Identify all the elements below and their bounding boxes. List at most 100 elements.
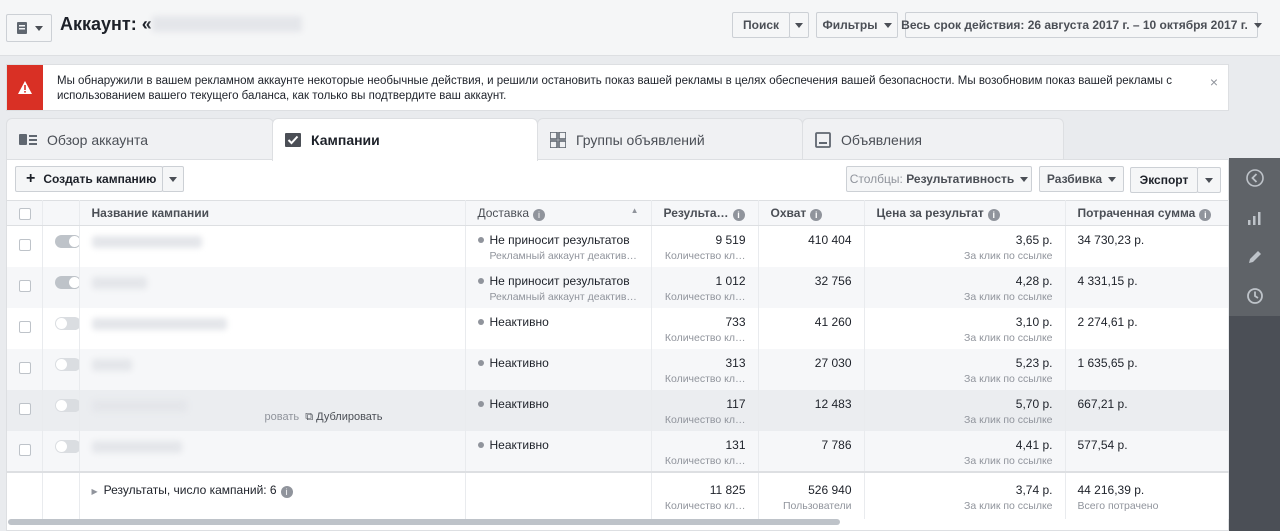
campaign-toggle[interactable] xyxy=(54,439,78,453)
breakdown-button[interactable]: Разбивка xyxy=(1039,166,1124,192)
table-row[interactable]: Неактивно 313 Количество кл… 27 030 5,23 р. З… xyxy=(7,348,1229,390)
chart-icon[interactable] xyxy=(1245,208,1265,228)
row-toggle-cell[interactable] xyxy=(42,348,80,390)
row-toggle-cell[interactable] xyxy=(42,389,80,431)
blurred-campaign-name[interactable] xyxy=(91,276,147,289)
export-dropdown[interactable] xyxy=(1197,167,1221,193)
status-dot xyxy=(477,359,484,366)
select-all-checkbox[interactable] xyxy=(19,207,31,220)
results-cell: 9 519 Количество кл… xyxy=(651,225,759,267)
spent-value: 2 274,61 р. xyxy=(1077,314,1138,329)
row-checkbox[interactable] xyxy=(19,320,31,333)
delivery-status: Неактивно xyxy=(489,437,549,452)
date-range-button[interactable]: Весь срок действия: 26 августа 2017 г. –… xyxy=(901,12,1262,38)
info-icon[interactable]: i xyxy=(280,485,293,498)
tab-campaigns[interactable]: Кампании xyxy=(272,118,538,161)
horizontal-scrollbar[interactable] xyxy=(8,519,840,525)
table-row[interactable]: Не приносит результатов Рекламный аккаунт… xyxy=(7,266,1229,308)
row-checkbox-cell[interactable] xyxy=(7,389,43,431)
create-campaign-dropdown[interactable] xyxy=(162,166,184,192)
tab-ad-sets[interactable]: Группы объявлений xyxy=(537,118,803,160)
campaign-name-cell[interactable] xyxy=(79,307,466,349)
tab-label: Объявления xyxy=(841,131,922,148)
totals-spent: 44 216,39 р. xyxy=(1077,482,1145,497)
row-checkbox-cell[interactable] xyxy=(7,225,43,267)
row-checkbox[interactable] xyxy=(19,402,31,415)
header-campaign-name[interactable]: Название кампании xyxy=(79,200,466,226)
close-icon[interactable]: × xyxy=(1210,74,1218,90)
row-checkbox[interactable] xyxy=(19,239,31,251)
campaign-name-cell[interactable] xyxy=(79,266,466,308)
row-toggle-cell[interactable] xyxy=(42,225,80,267)
row-toggle-cell[interactable] xyxy=(42,307,80,349)
campaign-name-cell[interactable] xyxy=(79,348,466,390)
row-toggle-cell[interactable] xyxy=(42,430,80,472)
table-row[interactable]: Не приносит результатов Рекламный аккаунт… xyxy=(7,225,1229,267)
campaign-toggle[interactable] xyxy=(54,398,78,412)
blurred-campaign-name[interactable] xyxy=(91,236,202,248)
header-cost-per-result[interactable]: Цена за результат i xyxy=(864,200,1066,226)
table-row[interactable]: ровать ⧉ Дублировать Неактивно 117 Количест… xyxy=(7,389,1229,431)
info-icon[interactable]: i xyxy=(987,208,1000,221)
totals-empty xyxy=(42,470,80,519)
info-icon[interactable]: i xyxy=(1199,208,1212,221)
chevron-down-icon xyxy=(1253,22,1262,28)
table-row[interactable]: Неактивно 131 Количество кл… 7 786 4,41 р. За… xyxy=(7,430,1229,472)
header-delivery[interactable]: Доставка i ▲ xyxy=(465,200,652,226)
totals-results: 11 825 xyxy=(709,482,746,497)
cpr-value: 4,28 р. xyxy=(1015,273,1053,288)
info-icon[interactable]: i xyxy=(732,208,745,221)
export-button[interactable]: Экспорт xyxy=(1130,167,1198,193)
search-dropdown-button[interactable] xyxy=(789,12,809,38)
duplicate-action[interactable]: Дублировать xyxy=(316,411,382,423)
campaign-name-cell[interactable] xyxy=(79,430,466,472)
expand-arrow-icon[interactable]: ▶ xyxy=(92,487,98,496)
warning-icon xyxy=(7,65,43,110)
row-checkbox-cell[interactable] xyxy=(7,348,43,390)
cpr-cell: 5,70 р. За клик по ссылке xyxy=(864,389,1066,431)
cpr-cell: 4,28 р. За клик по ссылке xyxy=(864,266,1066,308)
reach-cell: 41 260 xyxy=(758,307,865,349)
account-menu-button[interactable] xyxy=(6,14,52,42)
edit-action[interactable]: ровать xyxy=(265,411,300,423)
collapse-arrow-icon[interactable] xyxy=(1245,168,1265,188)
reach-cell: 27 030 xyxy=(758,348,865,390)
search-button[interactable]: Поиск xyxy=(732,12,790,38)
campaign-name-cell[interactable]: ровать ⧉ Дублировать xyxy=(79,389,466,431)
select-all-header[interactable] xyxy=(7,200,43,226)
totals-label-cell[interactable]: ▶ Результаты, число кампаний: 6i xyxy=(79,470,466,519)
campaign-toggle[interactable] xyxy=(54,235,78,248)
create-campaign-button[interactable]: + Создать кампанию xyxy=(15,166,163,192)
filters-button[interactable]: Фильтры xyxy=(816,12,898,38)
row-checkbox-cell[interactable] xyxy=(7,430,43,472)
header-reach[interactable]: Охват i xyxy=(758,200,865,226)
pencil-icon[interactable] xyxy=(1245,247,1265,267)
tab-ads[interactable]: Объявления xyxy=(802,118,1064,160)
row-checkbox-cell[interactable] xyxy=(7,266,43,308)
row-checkbox[interactable] xyxy=(19,279,31,292)
cpr-cell: 3,65 р. За клик по ссылке xyxy=(864,225,1066,267)
cpr-sub: За клик по ссылке xyxy=(964,290,1053,303)
info-icon[interactable]: i xyxy=(533,208,546,221)
info-icon[interactable]: i xyxy=(810,208,823,221)
blurred-campaign-name[interactable] xyxy=(91,399,187,412)
row-toggle-cell[interactable] xyxy=(42,266,80,308)
campaign-name-cell[interactable] xyxy=(79,225,466,267)
chevron-down-icon xyxy=(1020,176,1029,182)
table-row[interactable]: Неактивно 733 Количество кл… 41 260 3,10 р. З… xyxy=(7,307,1229,349)
row-checkbox[interactable] xyxy=(19,361,31,374)
blurred-campaign-name[interactable] xyxy=(91,317,227,330)
blurred-campaign-name[interactable] xyxy=(91,358,132,371)
header-results[interactable]: Результа… i xyxy=(651,200,759,226)
campaign-toggle[interactable] xyxy=(54,275,78,289)
campaign-toggle[interactable] xyxy=(54,316,78,330)
header-amount-spent[interactable]: Потраченная сумма i xyxy=(1065,200,1229,226)
tab-account-overview[interactable]: Обзор аккаунта xyxy=(6,118,274,160)
clock-icon[interactable] xyxy=(1245,286,1265,306)
row-checkbox[interactable] xyxy=(19,443,31,456)
blurred-campaign-name[interactable] xyxy=(91,440,182,453)
row-checkbox-cell[interactable] xyxy=(7,307,43,349)
overview-icon xyxy=(19,133,37,145)
columns-button[interactable]: Столбцы: Результативность xyxy=(846,166,1032,192)
campaign-toggle[interactable] xyxy=(54,357,78,371)
